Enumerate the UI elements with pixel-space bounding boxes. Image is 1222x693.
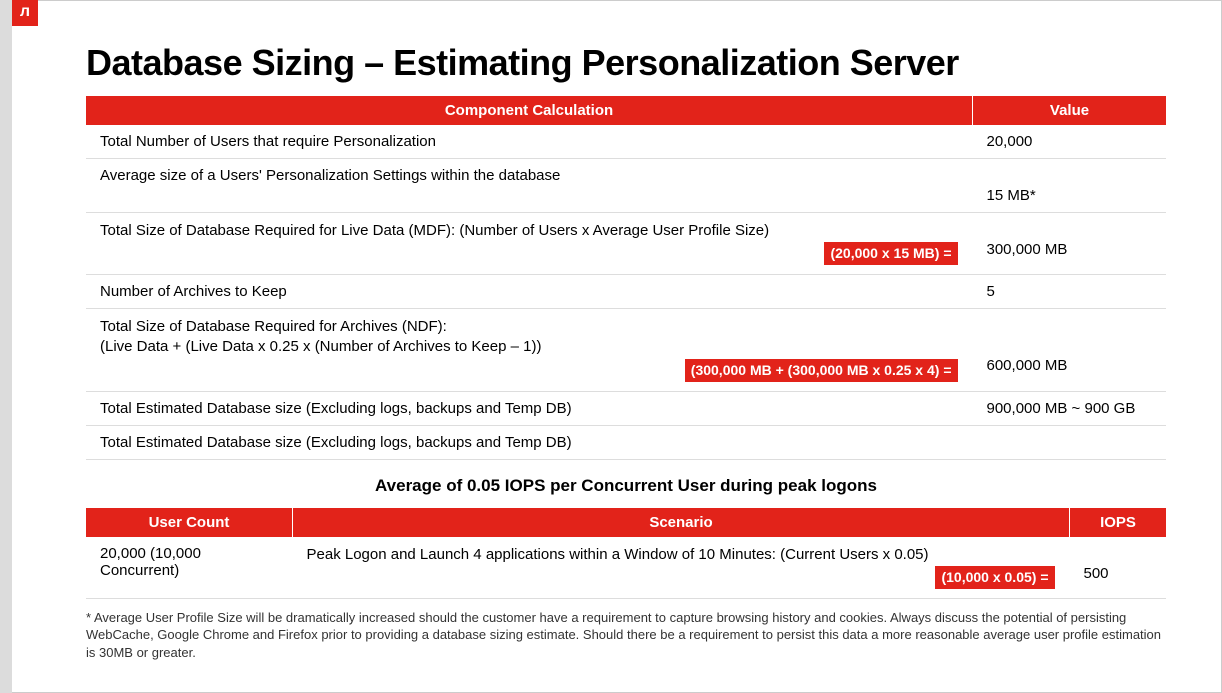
component-text: Average size of a Users' Personalization…	[100, 167, 560, 184]
iops-value: 500	[1084, 565, 1109, 582]
table1-header-value: Value	[973, 96, 1167, 125]
formula-highlight: (300,000 MB + (300,000 MB x 0.25 x 4) =	[684, 358, 959, 383]
component-text: Total Estimated Database size (Excluding…	[100, 400, 572, 417]
footnote-text: * Average User Profile Size will be dram…	[86, 609, 1166, 662]
scenario-text: Peak Logon and Launch 4 applications wit…	[307, 545, 1056, 565]
component-text: Total Estimated Database size (Excluding…	[100, 434, 572, 451]
value-text: 20,000	[987, 133, 1033, 150]
component-text: Number of Archives to Keep	[100, 283, 287, 300]
value-text: 900,000 MB ~ 900 GB	[987, 400, 1136, 417]
component-text: Total Size of Database Required for Arch…	[100, 317, 959, 358]
table2-header-iops: IOPS	[1070, 508, 1167, 537]
iops-table: User Count Scenario IOPS 20,000 (10,000 …	[86, 508, 1166, 599]
table-row: Number of Archives to Keep 5	[86, 275, 1166, 309]
value-text: 5	[987, 283, 995, 300]
brand-logo: л	[12, 0, 38, 26]
formula-highlight: (20,000 x 15 MB) =	[823, 241, 958, 266]
component-text: Total Size of Database Required for Live…	[100, 221, 959, 241]
table-row: Total Size of Database Required for Arch…	[86, 309, 1166, 391]
table-row: Total Estimated Database size (Excluding…	[86, 391, 1166, 425]
table2-header-scenario: Scenario	[293, 508, 1070, 537]
brand-logo-glyph: л	[20, 0, 30, 25]
table1-header-component: Component Calculation	[86, 96, 973, 125]
formula-highlight: (10,000 x 0.05) =	[934, 565, 1055, 590]
table-row: Average size of a Users' Personalization…	[86, 159, 1166, 213]
table-row: Total Size of Database Required for Live…	[86, 213, 1166, 275]
table-row: 20,000 (10,000 Concurrent) Peak Logon an…	[86, 537, 1166, 599]
value-text: 300,000 MB	[987, 241, 1068, 258]
value-text: 15 MB*	[987, 187, 1036, 204]
page-title: Database Sizing – Estimating Personaliza…	[86, 42, 1166, 84]
left-decoration-strip	[0, 0, 12, 693]
iops-caption: Average of 0.05 IOPS per Concurrent User…	[86, 476, 1166, 496]
component-calculation-table: Component Calculation Value Total Number…	[86, 96, 1166, 460]
value-text: 600,000 MB	[987, 357, 1068, 374]
component-text: Total Number of Users that require Perso…	[100, 133, 436, 150]
table2-header-usercount: User Count	[86, 508, 293, 537]
table-row: Total Number of Users that require Perso…	[86, 125, 1166, 159]
table-row: Total Estimated Database size (Excluding…	[86, 425, 1166, 459]
user-count-text: 20,000 (10,000 Concurrent)	[100, 545, 201, 579]
